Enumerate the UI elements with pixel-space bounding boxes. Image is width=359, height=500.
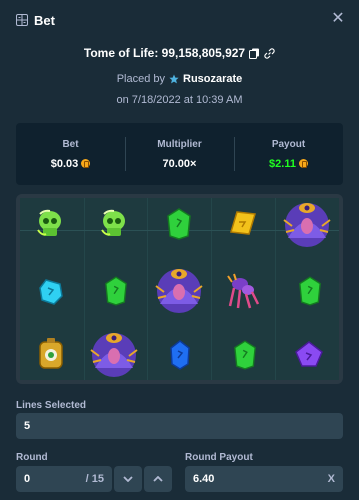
bet-date: on 7/18/2022 at 10:39 AM <box>116 94 243 106</box>
reel-divider <box>84 198 85 380</box>
yellow-gem-symbol <box>230 211 256 235</box>
bet-stat: Bet $0.03 <box>16 123 125 185</box>
chevron-down-icon <box>123 476 133 482</box>
green-gem-symbol <box>299 276 321 306</box>
payout-value-row: $2.11 <box>269 158 308 170</box>
blue-gem-symbol <box>170 340 190 370</box>
copy-icon[interactable] <box>249 48 260 59</box>
multiplier-stat: Multiplier 70.00× <box>125 123 234 185</box>
purple-sorceress-symbol <box>283 203 331 247</box>
bet-label: Bet <box>62 138 79 150</box>
chevron-up-icon <box>153 476 163 482</box>
round-next-button[interactable] <box>144 466 172 492</box>
link-icon[interactable] <box>264 47 275 59</box>
purple-sorceress-symbol <box>155 269 203 313</box>
round-payout-field: 6.40 X <box>185 466 343 492</box>
bet-icon <box>16 14 28 26</box>
green-gem-symbol <box>234 340 256 370</box>
green-gem-symbol <box>105 276 127 306</box>
payout-label: Payout <box>271 138 306 150</box>
modal-title: Bet <box>34 12 55 28</box>
multiplier-value: 70.00× <box>162 157 197 170</box>
round-payout-value: 6.40 <box>193 473 215 485</box>
reel-divider <box>275 198 276 380</box>
game-title: Tome of Life: 99,158,805,927 <box>83 46 246 60</box>
username-link[interactable]: Rusozarate <box>183 73 242 85</box>
placed-by-label: Placed by <box>116 73 165 85</box>
bet-value-row: $0.03 <box>51 158 91 170</box>
round-field[interactable]: 0 / 15 <box>16 466 112 492</box>
blue-gem-symbol <box>39 279 63 305</box>
purple-spider-symbol <box>227 273 260 309</box>
round-label: Round <box>16 452 48 463</box>
reel-divider <box>211 198 212 380</box>
placed-by-row: Placed by Rusozarate <box>0 71 359 87</box>
multiplier-label: Multiplier <box>157 138 202 150</box>
payout-value: $2.11 <box>269 157 296 170</box>
bet-value: $0.03 <box>50 157 79 170</box>
green-skull-symbol <box>101 209 125 236</box>
gold-amulet-symbol <box>39 338 63 369</box>
reel-divider <box>147 198 148 380</box>
bet-stats-panel: Bet $0.03 Multiplier 70.00× Payout $2.11 <box>16 123 343 185</box>
modal-header: Bet ✕ <box>0 0 359 40</box>
round-prev-button[interactable] <box>114 466 142 492</box>
lines-selected-label: Lines Selected <box>16 400 87 411</box>
green-skull-symbol <box>37 209 61 236</box>
purple-gem-symbol <box>295 341 323 367</box>
btc-coin-icon <box>298 159 308 168</box>
lines-selected-field[interactable]: 5 <box>16 413 343 439</box>
close-icon[interactable]: ✕ <box>331 11 345 27</box>
purple-sorceress-symbol <box>90 333 138 377</box>
round-total: / 15 <box>85 473 104 485</box>
btc-coin-icon <box>81 159 91 168</box>
payout-stat: Payout $2.11 <box>234 123 343 185</box>
game-title-row: Tome of Life: 99,158,805,927 <box>0 44 359 62</box>
slot-board <box>16 194 343 384</box>
round-payout-label: Round Payout <box>185 452 253 463</box>
lines-selected-value: 5 <box>24 420 31 432</box>
round-payout-suffix: X <box>327 473 335 485</box>
green-gem-symbol <box>167 208 191 240</box>
vip-star-icon <box>169 74 179 84</box>
round-value: 0 <box>24 473 31 485</box>
